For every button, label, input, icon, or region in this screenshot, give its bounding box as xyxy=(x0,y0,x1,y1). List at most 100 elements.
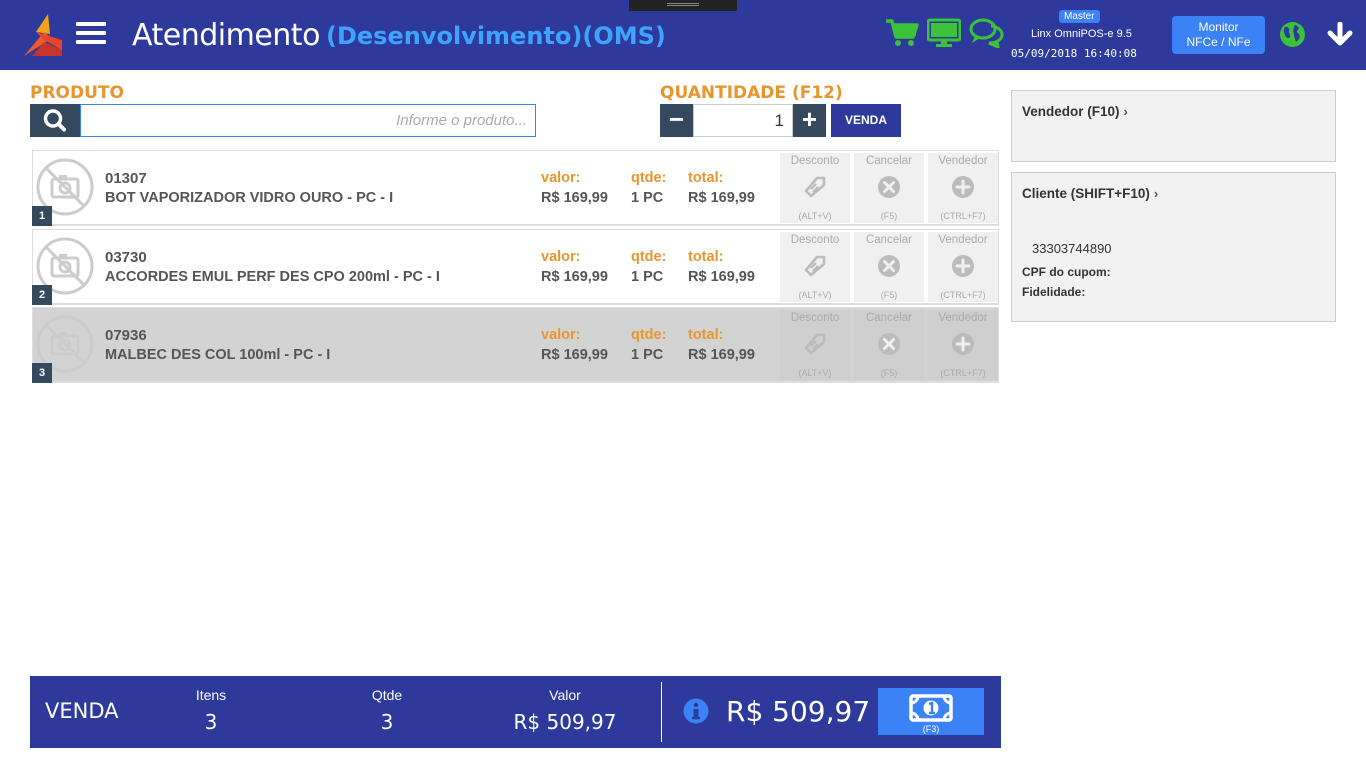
vendedor-item-label: Vendedor xyxy=(938,155,988,167)
sale-summary-bar: VENDA Itens 3 Qtde 3 Valor R$ 509,97 R$ … xyxy=(30,676,1001,748)
item-valor: R$ 169,99 xyxy=(541,269,608,285)
page-title: Atendimento xyxy=(132,18,320,53)
quantidade-label: QUANTIDADE (F12) xyxy=(660,83,843,103)
search-icon xyxy=(43,109,66,132)
vendedor-item-label: Vendedor xyxy=(938,234,988,246)
item-total: R$ 169,99 xyxy=(688,190,755,206)
desconto-label: Desconto xyxy=(790,155,840,167)
cart-icon[interactable] xyxy=(885,18,919,48)
divider xyxy=(661,682,662,742)
item-qtde: 1 PC xyxy=(631,347,664,363)
tag-icon xyxy=(804,176,826,198)
produto-label: PRODUTO xyxy=(30,83,124,103)
vendedor-item-button[interactable]: Vendedor (CTRL+F7) xyxy=(928,310,998,380)
globe-icon[interactable] xyxy=(1279,21,1306,48)
item-row[interactable]: 3 07936 MALBEC DES COL 100ml - PC - I va… xyxy=(32,307,999,383)
itens-summary: Itens 3 xyxy=(151,687,271,734)
desconto-label: Desconto xyxy=(790,312,840,324)
chat-icon[interactable] xyxy=(969,18,1005,48)
qtde-label: qtde: xyxy=(631,170,667,186)
item-row[interactable]: 1 01307 BOT VAPORIZADOR VIDRO OURO - PC … xyxy=(32,150,999,226)
search-button[interactable] xyxy=(30,104,80,137)
valor-summary: Valor R$ 509,97 xyxy=(505,687,625,734)
environment-label: (Desenvolvimento)(OMS) xyxy=(326,22,666,50)
tag-icon xyxy=(804,333,826,355)
vendedor-item-shortcut: (CTRL+F7) xyxy=(940,290,986,300)
desconto-button[interactable]: Desconto (ALT+V) xyxy=(780,153,850,223)
datetime: 05/09/2018 16:40:08 xyxy=(1011,47,1137,60)
cliente-panel[interactable]: Cliente (SHIFT+F10) › 33303744890 CPF do … xyxy=(1011,172,1336,322)
close-circle-icon xyxy=(878,176,900,198)
monitor-button-line1: Monitor xyxy=(1198,20,1239,34)
quantity-increment-button[interactable]: + xyxy=(793,104,826,137)
itens-value: 3 xyxy=(204,710,218,734)
vendedor-panel[interactable]: Vendedor (F10) › xyxy=(1011,90,1336,162)
desconto-label: Desconto xyxy=(790,234,840,246)
vendedor-title-text: Vendedor (F10) xyxy=(1022,104,1120,119)
venda-button[interactable]: VENDA xyxy=(831,104,901,137)
top-bar: Atendimento (Desenvolvimento)(OMS) Maste… xyxy=(0,0,1366,70)
monitor-nfce-button[interactable]: Monitor NFCe / NFe xyxy=(1172,16,1265,54)
top-drag-handle[interactable] xyxy=(629,0,737,11)
qtde-label: qtde: xyxy=(631,249,667,265)
desconto-button[interactable]: Desconto (ALT+V) xyxy=(780,232,850,302)
quantity-input[interactable] xyxy=(693,104,793,137)
item-row[interactable]: 2 03730 ACCORDES EMUL PERF DES CPO 200ml… xyxy=(32,229,999,305)
item-description: MALBEC DES COL 100ml - PC - I xyxy=(105,347,331,363)
cliente-panel-title[interactable]: Cliente (SHIFT+F10) › xyxy=(1022,186,1158,201)
quantity-decrement-button[interactable]: − xyxy=(660,104,693,137)
item-description: BOT VAPORIZADOR VIDRO OURO - PC - I xyxy=(105,190,394,206)
linx-logo xyxy=(24,14,62,56)
monitor-icon[interactable] xyxy=(927,18,961,48)
total-label: total: xyxy=(688,249,724,265)
info-icon[interactable] xyxy=(683,698,709,724)
cancelar-shortcut: (F5) xyxy=(880,368,898,378)
chevron-right-icon: › xyxy=(1153,186,1159,201)
app-version: Linx OmniPOS-e 9.5 xyxy=(1031,28,1132,40)
vendedor-panel-title[interactable]: Vendedor (F10) › xyxy=(1022,104,1128,119)
vendedor-item-shortcut: (CTRL+F7) xyxy=(940,211,986,221)
qtde-summary: Qtde 3 xyxy=(327,687,447,734)
desconto-shortcut: (ALT+V) xyxy=(798,368,832,378)
qtde-label: qtde: xyxy=(631,327,667,343)
desconto-shortcut: (ALT+V) xyxy=(798,290,832,300)
desconto-button[interactable]: Desconto (ALT+V) xyxy=(780,310,850,380)
cancelar-button[interactable]: Cancelar (F5) xyxy=(854,310,924,380)
vendedor-item-shortcut: (CTRL+F7) xyxy=(940,368,986,378)
vendedor-item-button[interactable]: Vendedor (CTRL+F7) xyxy=(928,232,998,302)
download-arrow-icon[interactable] xyxy=(1326,22,1354,48)
item-qtde: 1 PC xyxy=(631,269,664,285)
item-number: 2 xyxy=(32,285,52,305)
item-number: 1 xyxy=(32,206,52,226)
item-description: ACCORDES EMUL PERF DES CPO 200ml - PC - … xyxy=(105,269,440,285)
pay-button[interactable]: (F3) xyxy=(878,688,984,735)
cancelar-label: Cancelar xyxy=(865,234,913,246)
itens-label: Itens xyxy=(195,687,227,703)
close-circle-icon xyxy=(878,255,900,277)
product-search-input[interactable] xyxy=(80,104,536,137)
cpf-cupom-label: CPF do cupom: xyxy=(1022,265,1111,279)
hamburger-menu-icon[interactable] xyxy=(76,22,106,46)
valor-summary-label: Valor xyxy=(549,687,581,703)
valor-label: valor: xyxy=(541,249,581,265)
monitor-button-line2: NFCe / NFe xyxy=(1186,35,1251,49)
vendedor-item-button[interactable]: Vendedor (CTRL+F7) xyxy=(928,153,998,223)
cliente-title-text: Cliente (SHIFT+F10) xyxy=(1022,186,1150,201)
item-code: 03730 xyxy=(105,249,147,266)
qtde-summary-label: Qtde xyxy=(371,687,403,703)
venda-label: VENDA xyxy=(45,699,119,723)
sale-total: R$ 509,97 xyxy=(726,695,871,728)
cancelar-shortcut: (F5) xyxy=(880,211,898,221)
item-qtde: 1 PC xyxy=(631,190,664,206)
cancelar-button[interactable]: Cancelar (F5) xyxy=(854,153,924,223)
cancelar-label: Cancelar xyxy=(865,312,913,324)
item-total: R$ 169,99 xyxy=(688,347,755,363)
tag-icon xyxy=(804,255,826,277)
master-badge: Master xyxy=(1059,10,1100,23)
money-icon xyxy=(909,694,953,722)
cancelar-button[interactable]: Cancelar (F5) xyxy=(854,232,924,302)
item-valor: R$ 169,99 xyxy=(541,190,608,206)
item-total: R$ 169,99 xyxy=(688,269,755,285)
close-circle-icon xyxy=(878,333,900,355)
fidelidade-label: Fidelidade: xyxy=(1022,285,1086,299)
